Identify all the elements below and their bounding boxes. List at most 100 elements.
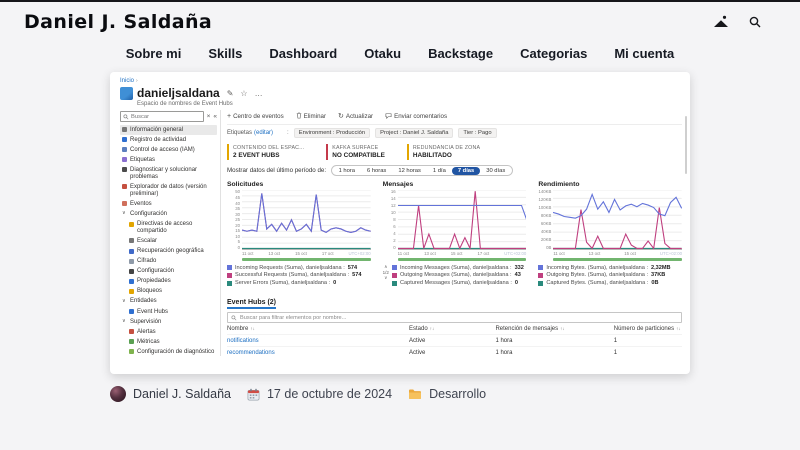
period-pill-1-hora[interactable]: 1 hora (333, 167, 361, 175)
nav-link-sobre-mi[interactable]: Sobre mi (126, 46, 182, 61)
sidebar-item-metricas[interactable]: Métricas (120, 337, 217, 347)
sidebar-item-directivas-de-acceso-compartido[interactable]: Directivas de acceso compartido (120, 219, 217, 236)
nav-link-categorias[interactable]: Categorias (520, 46, 587, 61)
sidebar-item-event-hubs[interactable]: Event Hubs (120, 307, 217, 317)
scale-icon (129, 238, 134, 243)
sidebar-item-informacion-general[interactable]: Información general (120, 125, 217, 135)
column-header-nombre[interactable]: Nombre↑↓ (227, 326, 409, 332)
command-bar: +Centro de eventos Eliminar ↻Actualizar Env… (227, 110, 682, 125)
sidebar-item-recuperacion-geografica[interactable]: Recuperación geográfica (120, 246, 217, 256)
sidebar-item-bloqueos[interactable]: Bloqueos (120, 287, 217, 297)
chart-x-axis: 11 oct13 oct15 oct17 octUTC+02:00 (383, 251, 527, 256)
sidebar-item-configuracion[interactable]: Configuración (120, 267, 217, 277)
author-name[interactable]: Daniel J. Saldaña (133, 387, 231, 401)
legend-series-value: 43 (515, 272, 521, 278)
chart-title: Rendimiento (538, 181, 682, 188)
geo-recovery-icon (129, 249, 134, 254)
chart-legend: ∧1/2∨Incoming Messages (Suma), danieljsa… (383, 263, 527, 288)
breadcrumb-home-link[interactable]: Inicio (120, 78, 134, 84)
toolbar-button-eliminar[interactable]: Eliminar (296, 112, 326, 121)
tab-event-hubs[interactable]: Event Hubs (2) (227, 299, 276, 309)
site-logo[interactable]: Daniel J. Saldaña (24, 11, 212, 33)
chart-brush-bar[interactable] (398, 258, 527, 261)
sidebar-item-propiedades[interactable]: Propiedades (120, 277, 217, 287)
x-tick-label: 17 oct (322, 251, 334, 256)
scrollbar[interactable] (685, 116, 688, 174)
sidebar-item-registro-de-actividad[interactable]: Registro de actividad (120, 135, 217, 145)
period-pill-7-dias[interactable]: 7 días (452, 167, 480, 175)
period-pill-1-dia[interactable]: 1 día (427, 167, 452, 175)
sidebar-item-alertas[interactable]: Alertas (120, 327, 217, 337)
sidebar-item-etiquetas[interactable]: Etiquetas (120, 155, 217, 165)
event-hub-link[interactable]: recommendations (227, 350, 409, 356)
legend-swatch (392, 273, 397, 278)
nav-link-otaku[interactable]: Otaku (364, 46, 401, 61)
period-pill-30-dias[interactable]: 30 días (480, 167, 511, 175)
legend-series-value: 574 (348, 265, 357, 271)
column-header-label: Nombre (227, 326, 248, 332)
sidebar-search-input[interactable]: Buscar (120, 111, 204, 122)
legend-swatch (392, 281, 397, 286)
collapse-sidebar-icon[interactable]: « (213, 113, 217, 120)
column-header-estado[interactable]: Estado↑↓ (409, 326, 495, 332)
cell-status: Active (409, 350, 495, 356)
table-row: recommendationsActive1 hora1 (227, 346, 682, 356)
sidebar-item-label: Explorador de datos (versión preliminar) (130, 184, 215, 198)
sidebar-item-cifrado[interactable]: Cifrado (120, 257, 217, 267)
mountain-icon[interactable] (712, 15, 730, 29)
period-pill-12-horas[interactable]: 12 horas (392, 167, 427, 175)
nav-link-backstage[interactable]: Backstage (428, 46, 493, 61)
sidebar-item-eventos[interactable]: Eventos (120, 199, 217, 209)
tags-colon: : (287, 130, 289, 136)
nav-link-dashboard[interactable]: Dashboard (269, 46, 337, 61)
toolbar-button-centro-de-eventos[interactable]: +Centro de eventos (227, 113, 284, 120)
chevron-down-icon[interactable]: ∨ (384, 275, 387, 281)
sidebar-item-configuracion-de-diagnostico[interactable]: Configuración de diagnóstico (120, 347, 217, 356)
sidebar-item-supervision[interactable]: ∨Supervisión (120, 317, 217, 327)
chevron-down-icon: ∨ (122, 319, 127, 325)
nav-link-mi-cuenta[interactable]: Mi cuenta (614, 46, 674, 61)
column-header-retencion-de-mensajes[interactable]: Retención de mensajes↑↓ (495, 326, 613, 332)
sidebar-item-entidades[interactable]: ∨Entidades (120, 297, 217, 307)
sidebar-item-label: Eventos (130, 201, 152, 208)
chart-brush-bar[interactable] (553, 258, 682, 261)
more-icon[interactable]: … (255, 89, 263, 98)
sidebar-item-explorador-de-datos-version-preliminar[interactable]: Explorador de datos (versión preliminar) (120, 182, 217, 199)
chevron-down-icon: ∨ (122, 299, 127, 305)
event-hubs-section: Event Hubs (2) Buscar para filtrar eleme… (227, 291, 682, 356)
clear-search-icon[interactable]: × (207, 113, 211, 120)
tags-label: Etiquetas (227, 130, 252, 136)
tag-badge[interactable]: Project : Daniel J. Saldaña (375, 128, 453, 138)
event-hubs-table: Nombre↑↓Estado↑↓Retención de mensajes↑↓N… (227, 323, 682, 356)
sidebar-item-configuracion[interactable]: ∨Configuración (120, 209, 217, 219)
favorite-icon[interactable]: ☆ (240, 89, 247, 98)
search-icon[interactable] (748, 15, 762, 29)
edit-icon[interactable]: ✎ (227, 89, 234, 98)
sidebar-item-diagnosticar-y-solucionar-problemas[interactable]: Diagnosticar y solucionar problemas (120, 165, 217, 182)
chart-brush-bar[interactable] (242, 258, 371, 261)
edit-tags-link[interactable]: (editar) (254, 130, 273, 136)
sidebar-item-label: Recuperación geográfica (137, 248, 204, 255)
period-pill-6-horas[interactable]: 6 horas (361, 167, 392, 175)
tag-badge[interactable]: Environment : Producción (294, 128, 370, 138)
legend-series-name: Incoming Requests (Suma), danieljsaldana… (235, 265, 345, 271)
sidebar-item-control-de-acceso-iam[interactable]: Control de acceso (IAM) (120, 145, 217, 155)
nav-link-skills[interactable]: Skills (208, 46, 242, 61)
data-explorer-icon (122, 184, 127, 189)
event-hub-link[interactable]: notifications (227, 338, 409, 344)
chart-canvas (242, 190, 371, 250)
toolbar-button-enviar-comentarios[interactable]: Enviar comentarios (385, 113, 447, 121)
toolbar-button-actualizar[interactable]: ↻Actualizar (338, 113, 373, 120)
sidebar-item-escalar[interactable]: Escalar (120, 236, 217, 246)
sidebar-item-label: Supervisión (130, 319, 161, 326)
legend-series-name: Incoming Messages (Suma), danieljsaldana… (400, 265, 512, 271)
tile-caption: REDUNDANCIA DE ZONA (413, 145, 480, 151)
table-filter-input[interactable]: Buscar para filtrar elementos por nombre… (227, 312, 682, 323)
shared-access-policies-icon (129, 222, 134, 227)
tag-badge[interactable]: Tier : Pago (458, 128, 496, 138)
x-tick-label: 11 oct (242, 251, 253, 256)
post-category[interactable]: Desarrollo (429, 387, 486, 401)
tile-caption: KAFKA SURFACE (332, 145, 385, 151)
legend-series-name: Incoming Bytes. (Suma), danieljsaldana : (546, 265, 648, 271)
column-header-numero-de-particiones[interactable]: Número de particiones↑↓ (614, 326, 682, 332)
